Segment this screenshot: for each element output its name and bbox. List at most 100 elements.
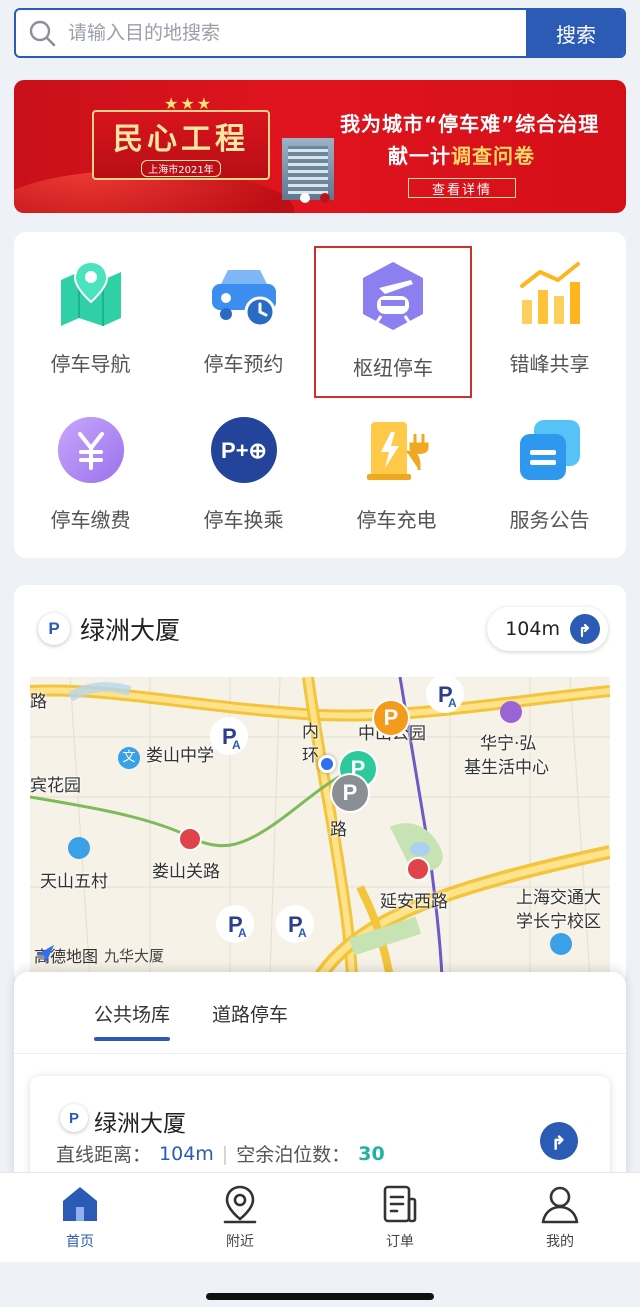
service-grid: 停车导航 停车预约 枢纽停车 错峰共享 停车缴费 P+⊕ 停车换乘 停车充电 服… [14, 232, 626, 558]
service-label: 服务公告 [509, 508, 590, 532]
banner-view-details-button[interactable]: 查看详情 [408, 178, 516, 198]
map-roads [30, 677, 610, 977]
map-label: 内 [302, 722, 319, 742]
banner-subheadline-prefix: 献一计 [388, 144, 451, 168]
building-image [282, 138, 334, 200]
parking-list-sheet: 公共场库 道路停车 P 绿洲大厦 直线距离： 104m | 空余泊位数： 30 [14, 972, 626, 1182]
tab-public-garage[interactable]: 公共场库 [94, 1000, 171, 1041]
parking-type-tabs: 公共场库 道路停车 [14, 972, 626, 1054]
service-hub-parking[interactable]: 枢纽停车 [314, 246, 472, 398]
service-parking-reservation[interactable]: 停车预约 [167, 232, 320, 382]
parking-lot-name: 绿洲大厦 [94, 1111, 186, 1137]
notice-icon [519, 420, 580, 480]
parking-marker-grey-icon[interactable]: P [330, 773, 370, 813]
banner-plaque: 民心工程 上海市2021年 [92, 110, 270, 180]
service-parking-payment[interactable]: 停车缴费 [14, 388, 167, 538]
school-icon [550, 933, 572, 955]
tabbar-label: 附近 [226, 1234, 254, 1250]
user-icon [541, 1186, 579, 1224]
tabbar-label: 我的 [546, 1234, 574, 1250]
marker-sub: A [232, 738, 241, 752]
service-label: 错峰共享 [509, 352, 590, 376]
parking-lot-meta: 直线距离： 104m | 空余泊位数： 30 [56, 1140, 385, 1167]
map-label: 学长宁校区 [516, 912, 601, 932]
map-view[interactable]: 路 文娄山中学 宾花园 内 环 路 中山公园 华宁·弘 基生活中心 天山五村 娄… [30, 677, 610, 977]
banner-headline: 我为城市“停车难”综合治理 [340, 112, 600, 136]
banner-subheadline: 献一计调查问卷 [388, 140, 535, 169]
parking-marker-icon[interactable]: PA [424, 677, 466, 715]
parking-marker-icon[interactable]: PA [274, 903, 316, 945]
distance-value: 104m [159, 1142, 214, 1165]
distance-navigate-button[interactable]: 104m [487, 607, 608, 651]
map-label-text: 娄山中学 [146, 746, 214, 766]
service-parking-navigation[interactable]: 停车导航 [14, 232, 167, 382]
home-indicator [206, 1293, 434, 1300]
parking-badge-icon: P [38, 613, 70, 645]
service-off-peak-sharing[interactable]: 错峰共享 [473, 232, 626, 382]
location-pin-icon [223, 1185, 257, 1224]
divider: | [221, 1142, 229, 1165]
map-label: 路 [330, 820, 347, 840]
charging-icon [366, 422, 428, 480]
banner-pagination [300, 193, 330, 203]
service-label: 枢纽停车 [353, 356, 433, 380]
map-card-title: 绿洲大厦 [80, 616, 181, 645]
search-input[interactable] [68, 22, 526, 44]
park-ride-icon: P+⊕ [210, 417, 277, 483]
banner-dot[interactable] [320, 193, 330, 203]
search-icon [16, 10, 68, 56]
service-label: 停车导航 [50, 352, 131, 376]
tabbar-label: 首页 [66, 1234, 94, 1250]
map-label: 延安西路 [380, 892, 448, 912]
residence-icon [68, 837, 90, 859]
order-icon [383, 1185, 417, 1223]
map-label: 宾花园 [30, 776, 81, 796]
tabbar-home[interactable]: 首页 [40, 1183, 120, 1251]
metro-station-icon [178, 827, 202, 851]
free-spaces-label: 空余泊位数： [236, 1144, 351, 1166]
navigation-arrow-icon [554, 1135, 564, 1150]
map-label: 华宁·弘 [480, 734, 537, 754]
map-provider-logo: 高德地图 九华大厦 [34, 943, 164, 967]
tabbar-profile[interactable]: 我的 [520, 1183, 600, 1251]
tabbar-orders[interactable]: 订单 [360, 1183, 440, 1251]
map-label: 九华大厦 [104, 946, 165, 965]
distance-value: 104m [505, 618, 560, 640]
marker-sub: A [238, 926, 247, 940]
banner-plaque-title: 民心工程 [113, 121, 249, 157]
tabbar-label: 订单 [386, 1234, 414, 1250]
service-label: 停车缴费 [50, 508, 131, 532]
service-parking-charging[interactable]: 停车充电 [320, 388, 473, 538]
map-label: 天山五村 [40, 872, 108, 892]
search-button[interactable]: 搜索 [526, 10, 624, 56]
map-label: 文娄山中学 [118, 741, 214, 769]
map-label: 娄山关路 [152, 862, 220, 882]
parking-marker-icon[interactable]: PA [214, 903, 256, 945]
parking-marker-icon[interactable]: PA [208, 715, 250, 757]
map-label: 上海交通大 [516, 888, 601, 908]
current-location-icon [318, 755, 336, 773]
parking-marker-orange-icon[interactable]: P [372, 699, 410, 737]
parking-badge-icon: P [60, 1104, 88, 1132]
tabbar-nearby[interactable]: 附近 [200, 1183, 280, 1251]
banner-subheadline-highlight: 调查问卷 [451, 144, 535, 168]
banner-dot[interactable] [300, 193, 310, 203]
search-bar: 搜索 [14, 8, 626, 58]
distance-label: 直线距离： [56, 1144, 152, 1166]
bar-chart-icon [519, 262, 580, 324]
service-label: 停车充电 [356, 508, 437, 532]
navigate-button[interactable] [540, 1122, 578, 1160]
map-label: 环 [302, 746, 319, 766]
service-announcements[interactable]: 服务公告 [473, 388, 626, 538]
free-spaces-value: 30 [358, 1142, 385, 1165]
nearby-map-card: P 绿洲大厦 104m 路 文 娄山中学 宾花园 内 环 路 华宁·弘 基生活中… [14, 585, 626, 985]
home-icon [63, 1187, 97, 1221]
parking-lot-card[interactable]: P 绿洲大厦 直线距离： 104m | 空余泊位数： 30 [30, 1076, 610, 1182]
tab-street-parking[interactable]: 道路停车 [212, 1000, 288, 1027]
service-park-and-ride[interactable]: P+⊕ 停车换乘 [167, 388, 320, 538]
train-plane-icon [363, 262, 423, 330]
marker-sub: A [298, 926, 307, 940]
service-label: 停车换乘 [203, 508, 284, 532]
park-ride-text: P+⊕ [221, 438, 267, 463]
map-label: 基生活中心 [464, 758, 549, 778]
